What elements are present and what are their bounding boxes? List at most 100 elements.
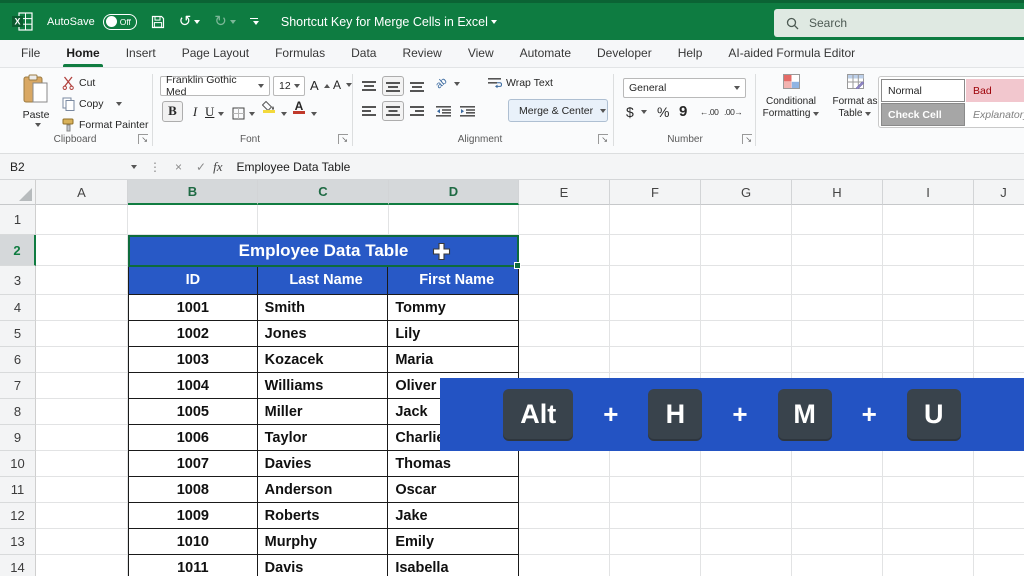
row-header-14[interactable]: 14 — [0, 555, 36, 576]
document-title[interactable]: Shortcut Key for Merge Cells in Excel — [281, 15, 497, 29]
cell-style-bad[interactable]: Bad — [966, 79, 1024, 102]
tab-automate[interactable]: Automate — [507, 40, 584, 67]
undo-dropdown-icon[interactable] — [194, 20, 200, 24]
alignment-dialog-launcher[interactable]: ↘ — [598, 134, 608, 144]
row-header-9[interactable]: 9 — [0, 425, 36, 451]
format-painter-button[interactable]: Format Painter — [62, 118, 148, 132]
font-name-select[interactable]: Franklin Gothic Med — [160, 76, 270, 96]
copy-dropdown-icon[interactable] — [116, 102, 122, 106]
row-header-13[interactable]: 13 — [0, 529, 36, 555]
column-header-c[interactable]: C — [258, 180, 389, 205]
table-cell[interactable]: Oscar — [388, 477, 518, 502]
row-header-6[interactable]: 6 — [0, 347, 36, 373]
cell-style-check-cell[interactable]: Check Cell — [881, 103, 965, 126]
copy-button[interactable]: Copy — [62, 97, 148, 111]
table-cell[interactable]: Miller — [258, 399, 389, 424]
table-cell[interactable]: Kozacek — [258, 347, 389, 372]
column-header-d[interactable]: D — [389, 180, 519, 205]
number-dialog-launcher[interactable]: ↘ — [742, 134, 752, 144]
clipboard-dialog-launcher[interactable]: ↘ — [138, 134, 148, 144]
column-header-b[interactable]: B — [128, 180, 258, 205]
table-cell[interactable]: Isabella — [388, 555, 518, 576]
bottom-align-button[interactable] — [406, 76, 428, 96]
table-cell[interactable]: Williams — [258, 373, 389, 398]
cell-style-normal[interactable]: Normal — [881, 79, 965, 102]
row-header-3[interactable]: 3 — [0, 266, 36, 295]
top-align-button[interactable] — [358, 76, 380, 96]
shrink-font-button[interactable]: A — [333, 78, 352, 92]
font-dialog-launcher[interactable]: ↘ — [338, 134, 348, 144]
row-header-2[interactable]: 2 — [0, 235, 36, 266]
conditional-formatting-button[interactable]: Conditional Formatting — [760, 74, 822, 121]
enter-icon[interactable]: ✓ — [196, 160, 206, 174]
wrap-text-button[interactable]: Wrap Text — [488, 77, 553, 89]
merge-and-center-button[interactable]: Merge & Center — [508, 99, 608, 122]
table-cell[interactable]: 1008 — [129, 477, 258, 502]
percent-style-button[interactable]: % — [657, 104, 669, 120]
undo-button[interactable]: ↺ — [179, 14, 201, 29]
borders-button[interactable] — [232, 101, 255, 122]
table-cell[interactable]: Maria — [388, 347, 518, 372]
tab-help[interactable]: Help — [665, 40, 716, 67]
tab-developer[interactable]: Developer — [584, 40, 665, 67]
column-header-e[interactable]: E — [519, 180, 610, 205]
autosave-toggle[interactable]: Off — [103, 14, 137, 30]
table-cell[interactable]: Tommy — [388, 295, 518, 320]
font-color-dropdown[interactable] — [308, 101, 317, 122]
column-header-h[interactable]: H — [792, 180, 883, 205]
tab-data[interactable]: Data — [338, 40, 389, 67]
table-header-cell[interactable]: First Name — [388, 266, 518, 294]
table-cell[interactable]: Smith — [258, 295, 389, 320]
font-color-button[interactable]: A — [293, 101, 305, 122]
tab-home[interactable]: Home — [53, 40, 112, 67]
column-header-g[interactable]: G — [701, 180, 792, 205]
table-cell[interactable]: 1011 — [129, 555, 258, 576]
row-header-10[interactable]: 10 — [0, 451, 36, 477]
column-header-i[interactable]: I — [883, 180, 974, 205]
middle-align-button[interactable] — [382, 76, 404, 96]
table-cell[interactable]: Jake — [388, 503, 518, 528]
align-right-button[interactable] — [406, 101, 428, 121]
align-left-button[interactable] — [358, 101, 380, 121]
row-header-1[interactable]: 1 — [0, 205, 36, 235]
fill-color-dropdown[interactable] — [278, 101, 287, 122]
select-all-corner[interactable] — [0, 180, 36, 205]
paste-button[interactable]: Paste — [14, 74, 58, 127]
fill-color-button[interactable] — [262, 101, 275, 122]
decrease-indent-button[interactable] — [432, 101, 454, 121]
center-button[interactable] — [382, 101, 404, 121]
font-size-select[interactable]: 12 — [273, 76, 305, 96]
table-cell[interactable]: 1006 — [129, 425, 258, 450]
paste-dropdown-icon[interactable] — [35, 123, 41, 127]
row-header-7[interactable]: 7 — [0, 373, 36, 399]
column-header-f[interactable]: F — [610, 180, 701, 205]
table-cell[interactable]: Anderson — [258, 477, 389, 502]
table-cell[interactable]: Taylor — [258, 425, 389, 450]
increase-indent-button[interactable] — [456, 101, 478, 121]
quick-access-overflow-button[interactable] — [250, 18, 259, 26]
table-cell[interactable]: 1001 — [129, 295, 258, 320]
table-cell[interactable]: 1007 — [129, 451, 258, 476]
table-cell[interactable]: 1009 — [129, 503, 258, 528]
table-cell[interactable]: 1003 — [129, 347, 258, 372]
table-header-cell[interactable]: Last Name — [258, 266, 389, 294]
search-input[interactable]: Search — [774, 9, 1024, 37]
format-as-table-button[interactable]: Format as Table — [824, 74, 886, 121]
redo-dropdown-icon[interactable] — [230, 20, 236, 24]
grow-font-button[interactable]: A — [310, 78, 330, 93]
tab-ai-aided-formula-editor[interactable]: AI-aided Formula Editor — [715, 40, 868, 67]
row-header-4[interactable]: 4 — [0, 295, 36, 321]
underline-button[interactable]: U — [205, 101, 224, 122]
table-cell[interactable]: 1005 — [129, 399, 258, 424]
table-cell[interactable]: Jones — [258, 321, 389, 346]
selection-fill-handle[interactable] — [514, 262, 521, 269]
row-header-11[interactable]: 11 — [0, 477, 36, 503]
save-button[interactable] — [151, 15, 165, 29]
borders-dropdown-icon[interactable] — [249, 112, 255, 116]
column-header-j[interactable]: J — [974, 180, 1024, 205]
name-box-dropdown-icon[interactable] — [131, 165, 137, 169]
row-header-5[interactable]: 5 — [0, 321, 36, 347]
italic-button[interactable]: I — [188, 101, 202, 122]
tab-review[interactable]: Review — [389, 40, 454, 67]
row-header-8[interactable]: 8 — [0, 399, 36, 425]
